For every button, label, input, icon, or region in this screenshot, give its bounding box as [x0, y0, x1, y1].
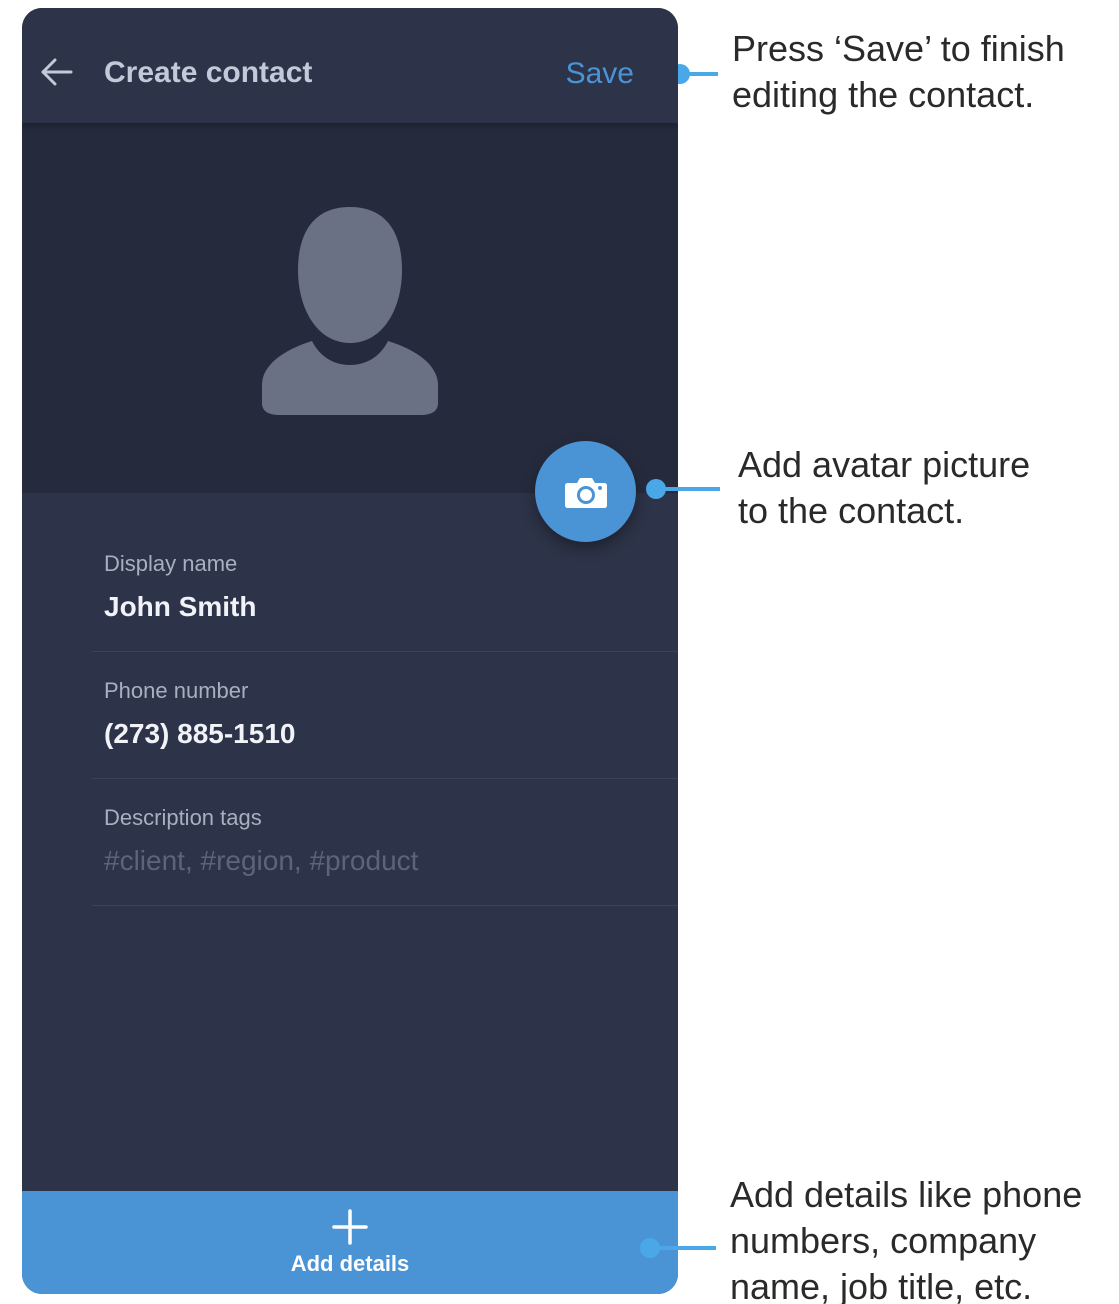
display-name-input[interactable]: [104, 591, 644, 623]
person-silhouette-icon: [262, 207, 438, 415]
details-callout-line3: name, job title, etc.: [730, 1266, 1033, 1304]
description-tags-field: Description tags: [92, 805, 678, 906]
details-callout-line1: Add details like phone: [730, 1174, 1083, 1215]
add-details-label: Add details: [290, 1251, 410, 1276]
phone-number-label: Phone number: [104, 678, 249, 703]
plus-icon: [332, 1209, 368, 1245]
back-button[interactable]: [36, 52, 76, 92]
camera-icon: [564, 477, 607, 508]
description-tags-input[interactable]: [104, 845, 644, 877]
display-name-label: Display name: [104, 551, 238, 576]
add-details-button[interactable]: Add details: [22, 1191, 678, 1294]
page: Create contact Save Display name John Sm…: [0, 0, 1119, 1304]
page-title: Create contact: [104, 56, 313, 89]
save-button[interactable]: Save: [566, 57, 634, 91]
camera-button[interactable]: [535, 441, 636, 542]
avatar-callout-line2: to the contact.: [738, 490, 965, 531]
description-tags-label: Description tags: [104, 805, 262, 830]
arrow-left-icon: [41, 58, 73, 86]
save-callout: Press ‘Save’ to finish editing the conta…: [732, 26, 1065, 118]
phone-screen: Create contact Save Display name John Sm…: [22, 8, 678, 1294]
phone-number-field: Phone number: [92, 678, 678, 779]
avatar-area: [22, 123, 678, 493]
details-callout-line2: numbers, company: [730, 1220, 1037, 1261]
details-callout-connector: [640, 1238, 716, 1258]
app-bar: Create contact Save: [22, 8, 678, 123]
avatar-callout: Add avatar picture to the contact.: [738, 442, 1030, 534]
save-callout-line2: editing the contact.: [732, 74, 1035, 115]
display-name-field: Display name: [92, 551, 678, 652]
save-callout-line1: Press ‘Save’ to finish: [732, 28, 1065, 69]
avatar-callout-connector: [646, 479, 720, 499]
phone-number-input[interactable]: [104, 718, 644, 750]
avatar-callout-line1: Add avatar picture: [738, 444, 1031, 485]
details-callout: Add details like phone numbers, company …: [730, 1172, 1082, 1304]
